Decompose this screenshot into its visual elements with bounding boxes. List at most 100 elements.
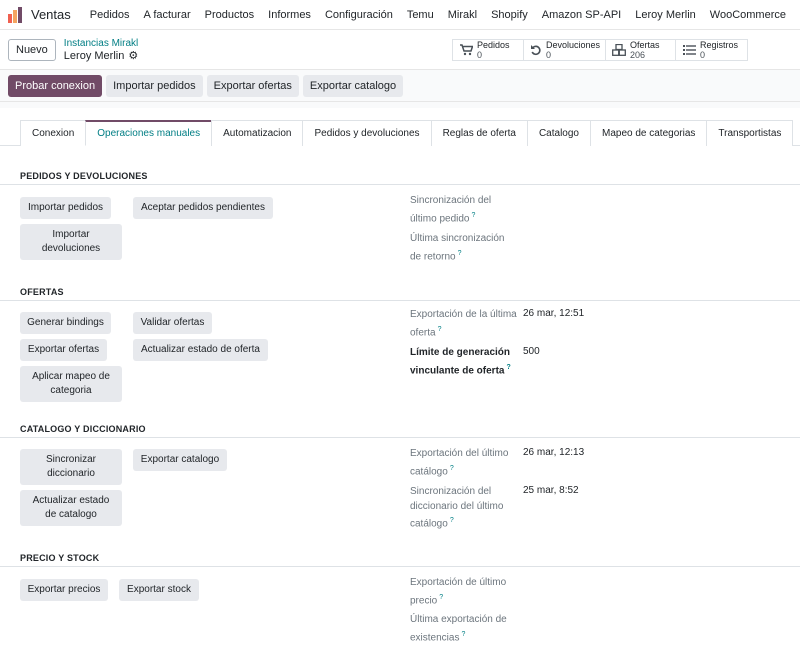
menu-pedidos[interactable]: Pedidos: [90, 9, 130, 21]
stat-pedidos-label: Pedidos: [477, 39, 510, 50]
notebook-tabs: Conexion Operaciones manuales Automatiza…: [0, 120, 800, 146]
section-pedidos-devoluciones: PEDIDOS Y DEVOLUCIONES Importar pedidos …: [0, 168, 800, 288]
field-label: Última exportación de existencias: [410, 614, 507, 643]
breadcrumb-current: Leroy Merlin ⚙: [64, 50, 138, 62]
actualizar-estado-oferta-button[interactable]: Actualizar estado de oferta: [133, 339, 268, 361]
help-icon[interactable]: ?: [461, 631, 465, 638]
breadcrumb-parent-link[interactable]: Instancias Mirakl: [64, 38, 138, 50]
importar-devoluciones-button[interactable]: Importar devoluciones: [20, 224, 122, 260]
menu-woocommerce[interactable]: WooCommerce: [710, 9, 786, 21]
stat-button-devoluciones[interactable]: Devoluciones 0: [524, 38, 606, 61]
tab-pedidos-devoluciones[interactable]: Pedidos y devoluciones: [302, 120, 432, 146]
sheet-spacer: [0, 102, 800, 108]
field-label: Límite de generación vinculante de ofert…: [410, 347, 511, 376]
field-limite-generacion-value: 500: [523, 346, 540, 357]
field-limite-generacion: Límite de generación vinculante de ofert…: [410, 346, 518, 378]
section-precio-stock: PRECIO Y STOCK Exportar precios Exportar…: [0, 550, 800, 650]
menu-configuracion[interactable]: Configuración: [325, 9, 393, 21]
list-icon: [682, 43, 696, 57]
section-title: OFERTAS: [0, 284, 800, 301]
section-title: CATALOGO Y DICCIONARIO: [0, 421, 800, 438]
help-icon[interactable]: ?: [439, 594, 443, 601]
field-export-ultimo-precio: Exportación de último precio?: [410, 576, 518, 608]
undo-icon: [530, 43, 542, 57]
cart-icon: [459, 43, 473, 57]
field-export-ultima-oferta: Exportación de la última oferta?: [410, 308, 518, 340]
importar-pedidos-manual-button[interactable]: Importar pedidos: [20, 197, 111, 219]
stat-devoluciones-value: 0: [546, 49, 552, 60]
stat-ofertas-label: Ofertas: [630, 39, 660, 50]
field-export-ultimo-catalogo-value: 26 mar, 12:13: [523, 447, 585, 458]
generar-bindings-button[interactable]: Generar bindings: [20, 312, 111, 334]
sales-app-logo-icon[interactable]: [8, 6, 24, 23]
importar-pedidos-button[interactable]: Importar pedidos: [106, 74, 203, 97]
help-icon[interactable]: ?: [471, 212, 475, 219]
menu-shopify[interactable]: Shopify: [491, 9, 528, 21]
tab-catalogo[interactable]: Catalogo: [526, 120, 591, 146]
field-export-ultimo-catalogo: Exportación del último catálogo?: [410, 447, 518, 479]
section-title: PRECIO Y STOCK: [0, 550, 800, 567]
help-icon[interactable]: ?: [458, 250, 462, 257]
menu-leroy-merlin[interactable]: Leroy Merlin: [635, 9, 696, 21]
field-label: Exportación del último catálogo: [410, 448, 509, 477]
top-navbar: Ventas Pedidos A facturar Productos Info…: [0, 0, 800, 30]
exportar-ofertas-manual-button[interactable]: Exportar ofertas: [20, 339, 107, 361]
sincronizar-diccionario-button[interactable]: Sincronizar diccionario: [20, 449, 122, 485]
actualizar-estado-catalogo-button[interactable]: Actualizar estado de catalogo: [20, 490, 122, 526]
help-icon[interactable]: ?: [450, 465, 454, 472]
field-label: Exportación de último precio: [410, 577, 507, 606]
action-bar: Probar conexion Importar pedidos Exporta…: [0, 70, 800, 102]
section-ofertas: OFERTAS Generar bindings Validar ofertas…: [0, 284, 800, 416]
new-button[interactable]: Nuevo: [8, 38, 56, 61]
exportar-catalogo-manual-button[interactable]: Exportar catalogo: [133, 449, 227, 471]
aplicar-mapeo-categoria-button[interactable]: Aplicar mapeo de categoria: [20, 366, 122, 402]
menu-productos[interactable]: Productos: [205, 9, 255, 21]
stat-button-ofertas[interactable]: Ofertas 206: [606, 38, 676, 61]
stat-button-registros[interactable]: Registros 0: [676, 38, 748, 61]
smart-buttons: Pedidos 0 Devoluciones 0 Ofertas 206 Regist…: [452, 38, 748, 61]
field-label: Última sincronización de retorno: [410, 233, 505, 262]
tab-mapeo-categorias[interactable]: Mapeo de categorias: [589, 120, 708, 146]
exportar-stock-button[interactable]: Exportar stock: [119, 579, 199, 601]
tab-reglas-oferta[interactable]: Reglas de oferta: [430, 120, 528, 146]
gear-icon[interactable]: ⚙: [128, 50, 138, 62]
field-label: Sincronización del último pedido: [410, 195, 492, 224]
field-sync-retorno: Última sincronización de retorno?: [410, 232, 518, 264]
cubes-icon: [612, 43, 626, 57]
app-title[interactable]: Ventas: [31, 7, 71, 22]
stat-registros-label: Registros: [700, 39, 739, 50]
help-icon[interactable]: ?: [450, 517, 454, 524]
menu-mirakl[interactable]: Mirakl: [448, 9, 477, 21]
field-sync-ultimo-pedido: Sincronización del último pedido?: [410, 194, 518, 226]
help-icon[interactable]: ?: [438, 326, 442, 333]
breadcrumb-current-label: Leroy Merlin: [63, 49, 125, 62]
exportar-catalogo-button[interactable]: Exportar catalogo: [302, 74, 404, 97]
field-sync-diccionario-value: 25 mar, 8:52: [523, 485, 579, 496]
menu-informes[interactable]: Informes: [268, 9, 311, 21]
menu-temu[interactable]: Temu: [407, 9, 434, 21]
menu-amazon[interactable]: Amazon SP-API: [542, 9, 621, 21]
tab-conexion[interactable]: Conexion: [20, 120, 87, 146]
section-catalogo-diccionario: CATALOGO Y DICCIONARIO Sincronizar dicci…: [0, 421, 800, 551]
field-export-ultima-oferta-value: 26 mar, 12:51: [523, 308, 585, 319]
stat-pedidos-value: 0: [477, 49, 483, 60]
stat-ofertas-value: 206: [630, 49, 646, 60]
control-panel: Nuevo Instancias Mirakl Leroy Merlin ⚙ P…: [0, 30, 800, 70]
aceptar-pedidos-pendientes-button[interactable]: Aceptar pedidos pendientes: [133, 197, 273, 219]
section-title: PEDIDOS Y DEVOLUCIONES: [0, 168, 800, 185]
stat-button-pedidos[interactable]: Pedidos 0: [452, 38, 524, 61]
menu-a-facturar[interactable]: A facturar: [144, 9, 191, 21]
breadcrumb: Instancias Mirakl Leroy Merlin ⚙: [64, 38, 138, 62]
stat-devoluciones-label: Devoluciones: [546, 39, 601, 50]
stat-registros-value: 0: [700, 49, 706, 60]
help-icon[interactable]: ?: [506, 364, 510, 371]
exportar-ofertas-button[interactable]: Exportar ofertas: [206, 74, 299, 97]
tab-operaciones-manuales[interactable]: Operaciones manuales: [85, 120, 213, 146]
field-label: Sincronización del diccionario del últim…: [410, 486, 504, 530]
exportar-precios-button[interactable]: Exportar precios: [20, 579, 108, 601]
tab-automatizacion[interactable]: Automatizacion: [211, 120, 304, 146]
tab-transportistas[interactable]: Transportistas: [706, 120, 794, 146]
field-label: Exportación de la última oferta: [410, 309, 517, 338]
probar-conexion-button[interactable]: Probar conexion: [8, 74, 103, 97]
validar-ofertas-button[interactable]: Validar ofertas: [133, 312, 212, 334]
